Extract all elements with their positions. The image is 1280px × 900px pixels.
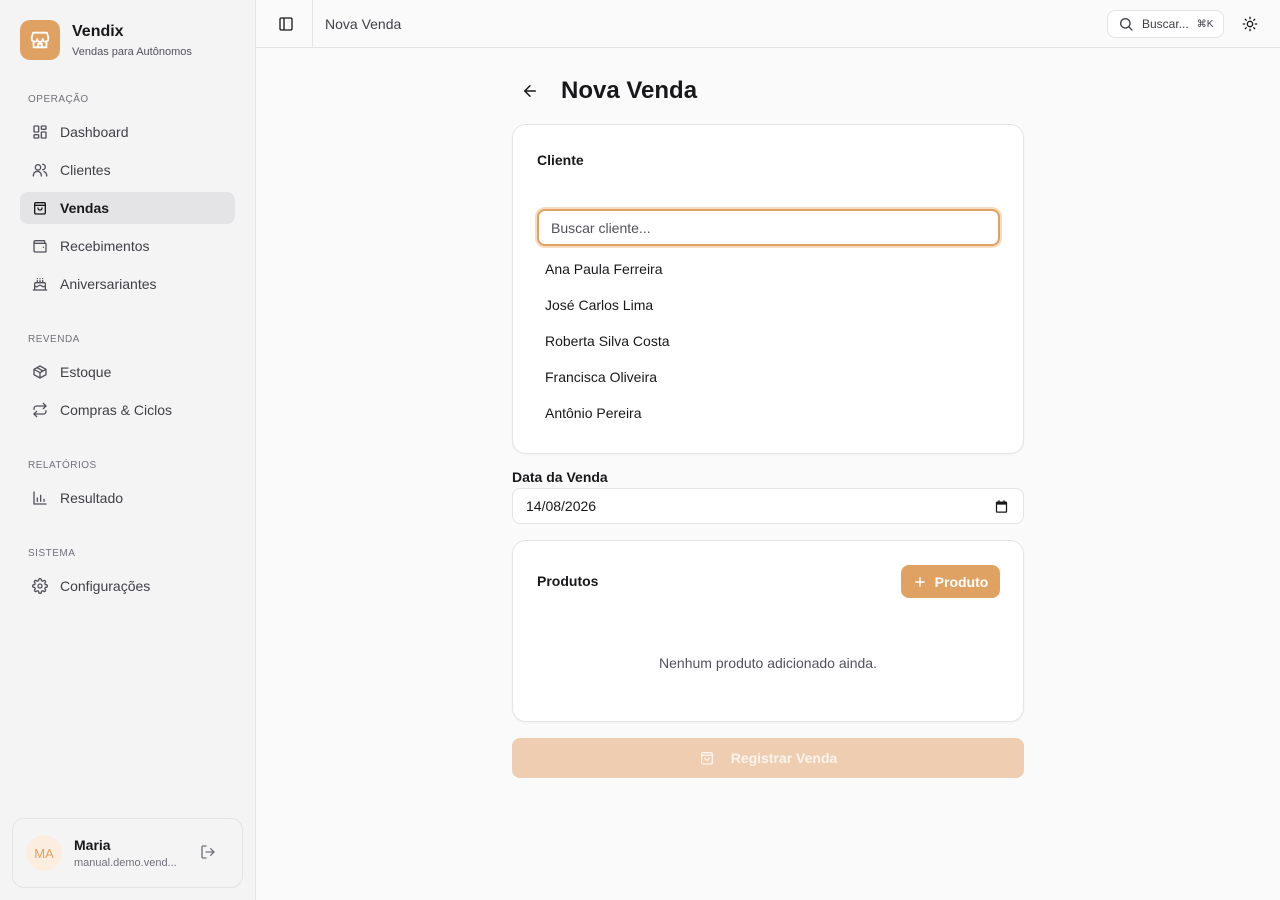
date-label: Data da Venda [512, 469, 608, 485]
client-option[interactable]: José Carlos Lima [537, 287, 1000, 323]
sidebar-item-label: Compras & Ciclos [60, 402, 173, 418]
date-value: 14/08/2026 [526, 498, 597, 514]
topbar: Nova Venda Buscar... ⌘K [256, 0, 1280, 48]
client-list: Ana Paula Ferreira José Carlos Lima Robe… [537, 251, 1000, 431]
client-card: Cliente Ana Paula Ferreira José Carlos L… [512, 124, 1024, 454]
bar-chart-icon [32, 490, 48, 506]
client-option[interactable]: Ana Paula Ferreira [537, 251, 1000, 287]
nav-group-relatorios: RELATÓRIOS Resultado [20, 458, 235, 514]
nav-group-sistema: SISTEMA Configurações [20, 546, 235, 602]
sidebar-item-label: Estoque [60, 364, 112, 380]
nav-group-label: RELATÓRIOS [28, 460, 97, 471]
sidebar-item-label: Clientes [60, 162, 111, 178]
sidebar-toggle-icon[interactable] [278, 16, 294, 32]
plus-icon [913, 575, 927, 589]
products-card-title: Produtos [537, 573, 599, 589]
sidebar: Vendix Vendas para Autônomos OPERAÇÃO Da… [0, 0, 256, 900]
search-icon [1118, 16, 1134, 32]
add-product-button[interactable]: Produto [901, 565, 1000, 598]
repeat-icon [32, 402, 48, 418]
sidebar-item-recebimentos[interactable]: Recebimentos [20, 230, 235, 262]
register-sale-button[interactable]: Registrar Venda [512, 738, 1024, 778]
breadcrumb: Nova Venda [325, 16, 402, 32]
back-arrow-icon[interactable] [521, 82, 539, 100]
sidebar-item-resultado[interactable]: Resultado [20, 482, 235, 514]
products-card: Produtos Produto Nenhum produto adiciona… [512, 540, 1024, 722]
users-icon [32, 162, 48, 178]
sidebar-item-label: Recebimentos [60, 238, 150, 254]
sidebar-item-vendas[interactable]: Vendas [20, 192, 235, 224]
user-email: manual.demo.vend... [74, 857, 177, 869]
gear-icon [32, 578, 48, 594]
avatar: MA [26, 835, 62, 871]
user-name: Maria [74, 837, 111, 853]
client-option[interactable]: Antônio Pereira [537, 395, 1000, 431]
dashboard-icon [32, 124, 48, 140]
store-icon [20, 20, 60, 60]
sidebar-item-label: Aniversariantes [60, 276, 157, 292]
client-option[interactable]: Francisca Oliveira [537, 359, 1000, 395]
package-icon [32, 364, 48, 380]
search-shortcut: ⌘K [1196, 18, 1214, 30]
nav-group-label: REVENDA [28, 334, 80, 345]
page-title: Nova Venda [561, 77, 698, 104]
sidebar-item-label: Dashboard [60, 124, 129, 140]
client-search-input[interactable] [537, 209, 1000, 246]
client-card-title: Cliente [537, 152, 584, 168]
sidebar-item-label: Configurações [60, 578, 151, 594]
user-card[interactable]: MA Maria manual.demo.vend... [12, 818, 243, 888]
sidebar-item-clientes[interactable]: Clientes [20, 154, 235, 186]
shopping-bag-icon [699, 750, 715, 766]
brand-name: Vendix [72, 22, 124, 40]
sun-icon[interactable] [1242, 16, 1258, 32]
cake-icon [32, 276, 48, 292]
search-button[interactable]: Buscar... ⌘K [1107, 10, 1224, 38]
date-input[interactable]: 14/08/2026 [512, 488, 1024, 524]
empty-products-message: Nenhum produto adicionado ainda. [659, 655, 877, 671]
nav-group-label: SISTEMA [28, 548, 76, 559]
nav-group-operacao: OPERAÇÃO Dashboard Clientes Vendas Receb… [20, 92, 235, 300]
wallet-icon [32, 238, 48, 254]
shopping-bag-icon [32, 200, 48, 216]
nav-group-revenda: REVENDA Estoque Compras & Ciclos [20, 332, 235, 426]
sidebar-item-dashboard[interactable]: Dashboard [20, 116, 235, 148]
topbar-divider [312, 0, 313, 48]
sidebar-item-label: Resultado [60, 490, 124, 506]
calendar-icon[interactable] [994, 499, 1009, 514]
search-label: Buscar... [1142, 17, 1189, 31]
sidebar-item-label: Vendas [60, 200, 110, 216]
brand-subtitle: Vendas para Autônomos [72, 45, 192, 58]
add-product-label: Produto [934, 573, 989, 590]
sidebar-item-aniversariantes[interactable]: Aniversariantes [20, 268, 235, 300]
sidebar-item-estoque[interactable]: Estoque [20, 356, 235, 388]
sidebar-item-compras-ciclos[interactable]: Compras & Ciclos [20, 394, 235, 426]
register-sale-label: Registrar Venda [730, 750, 838, 766]
logout-icon[interactable] [200, 844, 218, 862]
nav-group-label: OPERAÇÃO [28, 94, 89, 105]
client-option[interactable]: Roberta Silva Costa [537, 323, 1000, 359]
brand[interactable]: Vendix Vendas para Autônomos [20, 20, 192, 60]
sidebar-item-configuracoes[interactable]: Configurações [20, 570, 235, 602]
